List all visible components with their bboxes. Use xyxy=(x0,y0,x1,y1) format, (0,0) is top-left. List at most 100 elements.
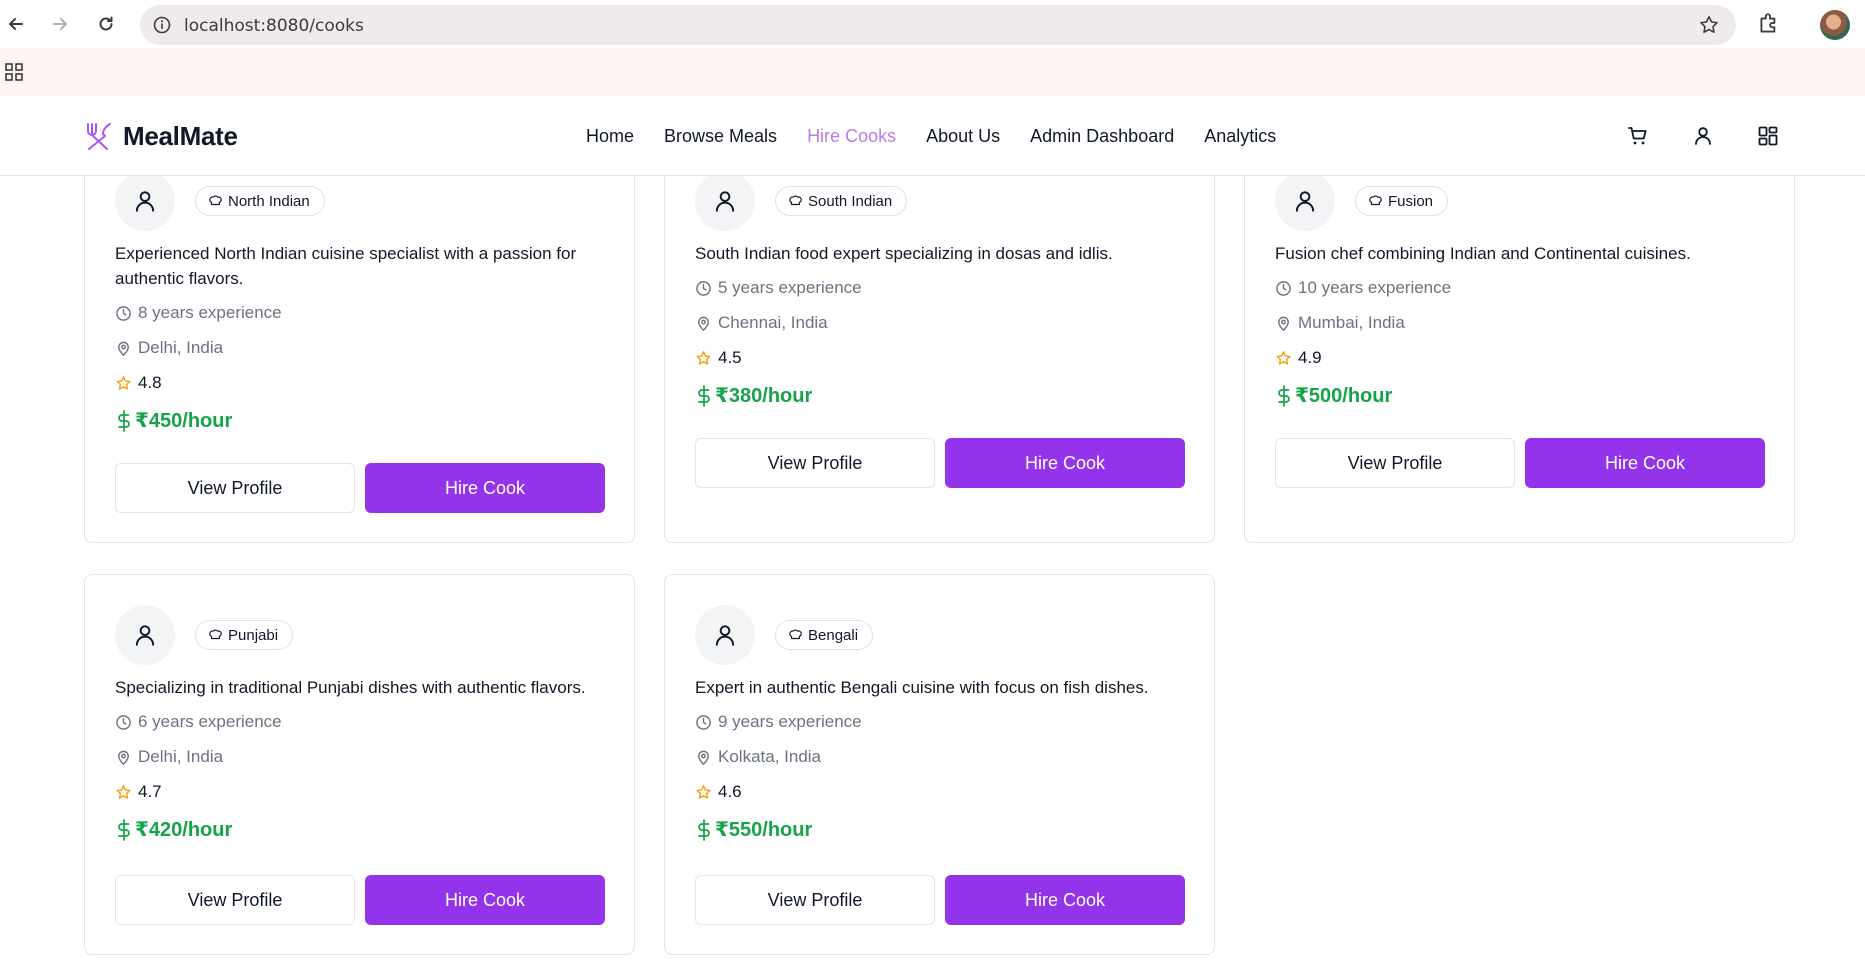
map-pin-icon xyxy=(698,316,709,331)
cook-avatar xyxy=(695,171,755,231)
hire-cook-button[interactable]: Hire Cook xyxy=(1525,438,1765,488)
price-text: ₹380/hour xyxy=(715,385,813,407)
dollar-icon xyxy=(698,818,710,841)
rating-value: 4.7 xyxy=(138,782,162,801)
view-profile-button[interactable]: View Profile xyxy=(1275,438,1515,488)
cart-icon[interactable] xyxy=(1626,124,1650,148)
cook-avatar xyxy=(695,605,755,665)
location-text: Chennai, India xyxy=(718,313,828,332)
experience-row: 10 years experience xyxy=(1275,278,1451,298)
rating-value: 4.5 xyxy=(718,348,742,367)
site-header: MealMate Home Browse Meals Hire Cooks Ab… xyxy=(0,96,1865,176)
browser-profile-avatar[interactable] xyxy=(1820,10,1850,40)
price-text: ₹550/hour xyxy=(715,819,813,841)
star-icon xyxy=(1276,350,1291,365)
cook-card: Bengali Expert in authentic Bengali cuis… xyxy=(664,574,1215,955)
reload-icon[interactable] xyxy=(92,10,120,38)
bookmark-star-icon[interactable] xyxy=(1698,14,1720,36)
extensions-icon[interactable] xyxy=(1756,11,1782,37)
hire-cook-button[interactable]: Hire Cook xyxy=(945,875,1185,925)
experience-row: 6 years experience xyxy=(115,712,282,732)
clock-icon xyxy=(116,714,131,730)
cook-card: North Indian Experienced North Indian cu… xyxy=(84,140,635,543)
price-row: ₹550/hour xyxy=(695,817,812,842)
rating-value: 4.6 xyxy=(718,782,742,801)
location-row: Kolkata, India xyxy=(695,747,821,767)
location-text: Kolkata, India xyxy=(718,747,822,766)
user-icon xyxy=(1295,191,1315,212)
nav-analytics[interactable]: Analytics xyxy=(1204,126,1276,147)
hire-cook-button[interactable]: Hire Cook xyxy=(945,438,1185,488)
experience-row: 5 years experience xyxy=(695,278,862,298)
cook-avatar xyxy=(1275,171,1335,231)
nav-about-us[interactable]: About Us xyxy=(926,126,1000,147)
dollar-icon xyxy=(118,818,130,841)
view-profile-button[interactable]: View Profile xyxy=(115,463,355,513)
cook-card: Fusion Fusion chef combining Indian and … xyxy=(1244,140,1795,543)
view-profile-button[interactable]: View Profile xyxy=(695,438,935,488)
location-row: Delhi, India xyxy=(115,747,223,767)
apps-grid-icon[interactable] xyxy=(4,62,24,82)
hire-cook-button[interactable]: Hire Cook xyxy=(365,875,605,925)
cuisine-badge: Punjabi xyxy=(195,620,294,650)
dollar-icon xyxy=(1278,384,1290,407)
location-text: Delhi, India xyxy=(138,747,224,766)
nav-home[interactable]: Home xyxy=(586,126,634,147)
chef-hat-icon xyxy=(789,195,802,206)
cuisine-label: South Indian xyxy=(808,192,893,210)
user-icon xyxy=(135,625,155,646)
nav-browse-meals[interactable]: Browse Meals xyxy=(664,126,777,147)
chef-hat-icon xyxy=(1369,195,1382,206)
forward-arrow-icon[interactable] xyxy=(46,10,74,38)
price-text: ₹420/hour xyxy=(135,819,233,841)
cook-description: Fusion chef combining Indian and Contine… xyxy=(1275,244,1691,263)
clock-icon xyxy=(696,714,711,730)
cuisine-label: North Indian xyxy=(228,192,310,210)
experience-text: 10 years experience xyxy=(1298,278,1452,297)
user-icon xyxy=(135,191,155,212)
clock-icon xyxy=(116,305,131,321)
user-icon xyxy=(715,191,735,212)
experience-text: 6 years experience xyxy=(138,712,282,731)
price-row: ₹450/hour xyxy=(115,408,232,433)
experience-text: 5 years experience xyxy=(718,278,862,297)
nav-admin-dashboard[interactable]: Admin Dashboard xyxy=(1030,126,1174,147)
address-bar[interactable]: localhost:8080/cooks xyxy=(140,5,1736,45)
view-profile-button[interactable]: View Profile xyxy=(115,875,355,925)
chef-hat-icon xyxy=(209,629,222,640)
rating-row: 4.5 xyxy=(695,348,742,368)
rating-row: 4.6 xyxy=(695,782,742,802)
brand-name: MealMate xyxy=(123,120,238,151)
location-row: Chennai, India xyxy=(695,313,828,333)
user-icon[interactable] xyxy=(1691,124,1715,148)
location-row: Mumbai, India xyxy=(1275,313,1405,333)
url-text[interactable]: localhost:8080/cooks xyxy=(184,16,364,36)
nav-hire-cooks[interactable]: Hire Cooks xyxy=(807,126,896,147)
star-icon xyxy=(116,375,131,390)
star-icon xyxy=(696,350,711,365)
clock-icon xyxy=(1276,280,1291,296)
view-profile-button[interactable]: View Profile xyxy=(695,875,935,925)
cuisine-label: Fusion xyxy=(1388,192,1434,210)
cook-description: Specializing in traditional Punjabi dish… xyxy=(115,678,586,697)
dashboard-icon[interactable] xyxy=(1756,124,1780,148)
hire-cook-button[interactable]: Hire Cook xyxy=(365,463,605,513)
chef-hat-icon xyxy=(209,195,222,206)
site-info-icon[interactable] xyxy=(152,15,172,35)
cuisine-badge: South Indian xyxy=(775,186,908,216)
cook-description: South Indian food expert specializing in… xyxy=(695,244,1113,263)
cook-card: Punjabi Specializing in traditional Punj… xyxy=(84,574,635,955)
rating-row: 4.9 xyxy=(1275,348,1322,368)
brand-logo[interactable]: MealMate xyxy=(83,120,238,152)
cook-description: Expert in authentic Bengali cuisine with… xyxy=(695,678,1149,697)
map-pin-icon xyxy=(1278,316,1289,331)
cook-description: Experienced North Indian cuisine special… xyxy=(115,244,577,288)
browser-toolbar: localhost:8080/cooks xyxy=(0,0,1865,48)
rating-value: 4.9 xyxy=(1298,348,1322,367)
main-nav: Home Browse Meals Hire Cooks About Us Ad… xyxy=(586,126,1276,147)
cook-card: South Indian South Indian food expert sp… xyxy=(664,140,1215,543)
experience-row: 9 years experience xyxy=(695,712,862,732)
map-pin-icon xyxy=(118,750,129,765)
back-arrow-icon[interactable] xyxy=(2,10,30,38)
experience-row: 8 years experience xyxy=(115,303,282,323)
